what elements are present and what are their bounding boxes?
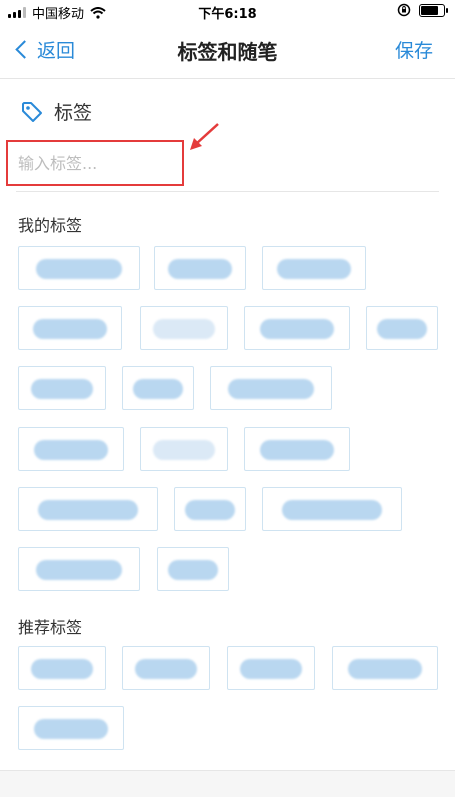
tag-chip-text (38, 500, 138, 520)
tag-chip[interactable] (244, 427, 350, 471)
tag-chip-text (167, 560, 219, 580)
tag-chip[interactable] (18, 487, 158, 531)
page-title: 标签和随笔 (177, 40, 278, 64)
tag-chip[interactable] (140, 306, 228, 350)
tag-chip[interactable] (18, 646, 106, 690)
tag-chip[interactable] (122, 366, 194, 410)
tag-chip[interactable] (18, 246, 140, 290)
tag-chip[interactable] (262, 487, 402, 531)
tag-chip[interactable] (18, 366, 106, 410)
tag-chip[interactable] (18, 547, 140, 591)
tag-chip[interactable] (244, 306, 350, 350)
status-time: 下午6:18 (198, 7, 257, 22)
tag-chip[interactable] (122, 646, 210, 690)
tag-chip[interactable] (154, 246, 246, 290)
tag-chip-text (259, 440, 335, 460)
tag-chip-text (33, 319, 107, 339)
save-button[interactable]: 保存 (395, 36, 433, 63)
tag-chip-text (35, 560, 123, 580)
tag-chip[interactable] (157, 547, 229, 591)
tag-chip-text (184, 500, 236, 520)
tag-chip[interactable] (18, 427, 124, 471)
tag-chip[interactable] (140, 427, 228, 471)
tag-icon (22, 101, 42, 122)
tag-chip-text (167, 259, 233, 279)
tag-section-label: 标签 (54, 102, 93, 124)
tag-chip[interactable] (210, 366, 332, 410)
tag-chip-text (240, 659, 302, 679)
tag-chip-text (153, 440, 215, 460)
tag-chip-text (347, 659, 423, 679)
status-right (397, 3, 448, 17)
tag-chip-text (35, 259, 123, 279)
tag-chip[interactable] (227, 646, 315, 690)
divider (16, 191, 439, 192)
orientation-lock-icon (397, 3, 411, 17)
tag-chip-text (277, 259, 351, 279)
bottom-bar (0, 770, 455, 797)
my-tags-title: 我的标签 (18, 216, 83, 235)
tag-chip-text (31, 379, 93, 399)
tag-chip-text (31, 659, 93, 679)
tag-chip[interactable] (262, 246, 366, 290)
tag-chip[interactable] (332, 646, 438, 690)
tag-chip[interactable] (18, 706, 124, 750)
nav-bar: 返回 标签和随笔 保存 (0, 22, 455, 79)
tag-section-header: 标签 (20, 98, 92, 125)
annotation-arrow-icon (190, 123, 219, 150)
tag-chip-text (227, 379, 315, 399)
tag-chip-text (132, 379, 184, 399)
tag-chip[interactable] (174, 487, 246, 531)
battery-icon (419, 3, 448, 17)
tag-chip-text (153, 319, 215, 339)
tag-chip-text (33, 440, 109, 460)
tag-chip-text (135, 659, 197, 679)
tag-chip[interactable] (366, 306, 438, 350)
tag-chip-text (282, 500, 382, 520)
tag-chip-text (376, 319, 428, 339)
tag-chip[interactable] (18, 306, 122, 350)
status-bar: 中国移动 下午6:18 (0, 0, 455, 22)
tag-chip-text (33, 719, 109, 739)
recommended-tags-title: 推荐标签 (18, 618, 83, 637)
tag-chip-text (259, 319, 335, 339)
